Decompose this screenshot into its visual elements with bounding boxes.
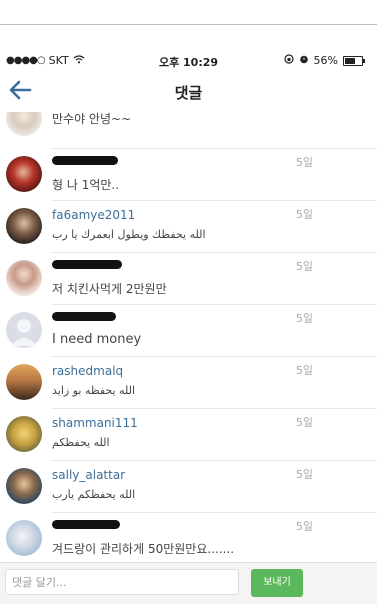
- alarm-icon: [299, 54, 309, 67]
- comment-text: 저 치킨사먹게 2만원만: [52, 282, 167, 296]
- battery-icon: [343, 55, 365, 66]
- battery-percent: 56%: [313, 54, 338, 67]
- comment-time: 5일: [295, 312, 313, 325]
- comment-username[interactable]: shammani111: [52, 416, 138, 430]
- comment-list[interactable]: 만수야 안녕~~ 5일 형 나 1억만.. fa6amye2011 5일 الل…: [0, 112, 377, 560]
- avatar[interactable]: [6, 156, 42, 192]
- comment-time: 5일: [295, 156, 313, 169]
- comment-time: 5일: [295, 416, 313, 429]
- avatar[interactable]: [6, 112, 42, 136]
- divider: [52, 356, 377, 357]
- avatar[interactable]: [6, 208, 42, 244]
- comment-username[interactable]: sally_alattar: [52, 468, 125, 482]
- comment-row[interactable]: 5일 저 치킨사먹게 2만원만: [0, 254, 377, 306]
- comment-text: الله يحفظكم يارب: [52, 488, 136, 501]
- status-right: 56%: [283, 54, 365, 67]
- divider: [52, 408, 377, 409]
- comment-text: 만수야 안녕~~: [52, 112, 132, 126]
- rotation-lock-icon: [283, 54, 294, 67]
- comment-username[interactable]: fa6amye2011: [52, 208, 135, 222]
- comment-time: 5일: [295, 520, 313, 533]
- comment-row[interactable]: shammani111 5일 الله يحفظكم: [0, 410, 377, 462]
- comment-text: الله يحفظه بو زايد: [52, 384, 136, 397]
- nav-bar: 댓글: [0, 76, 377, 108]
- comment-row[interactable]: rashedmalq 5일 الله يحفظه بو زايد: [0, 358, 377, 410]
- divider: [52, 460, 377, 461]
- comment-text: I need money: [52, 332, 142, 347]
- redacted-username: [52, 312, 116, 321]
- comment-row[interactable]: 5일 겨드랑이 관리하게 50만원만요.......: [0, 514, 377, 560]
- comment-text: الله يحفظك ويطول ابعمرك يا رب: [52, 228, 206, 241]
- divider: [52, 252, 377, 253]
- send-button[interactable]: 보내기: [251, 569, 303, 597]
- comment-row[interactable]: 5일 I need money: [0, 306, 377, 358]
- comment-row[interactable]: 만수야 안녕~~: [0, 112, 377, 150]
- avatar[interactable]: [6, 416, 42, 452]
- comment-text: 겨드랑이 관리하게 50만원만요.......: [52, 542, 235, 556]
- comment-time: 5일: [295, 468, 313, 481]
- top-edge-bar: [0, 0, 377, 25]
- comment-row[interactable]: 5일 형 나 1억만..: [0, 150, 377, 202]
- comment-row[interactable]: sally_alattar 5일 الله يحفظكم يارب: [0, 462, 377, 514]
- comment-text: الله يحفظكم: [52, 436, 110, 449]
- avatar[interactable]: [6, 260, 42, 296]
- avatar[interactable]: [6, 520, 42, 556]
- comment-row[interactable]: fa6amye2011 5일 الله يحفظك ويطول ابعمرك ي…: [0, 202, 377, 254]
- redacted-username: [52, 520, 120, 529]
- divider: [52, 148, 377, 149]
- divider: [52, 200, 377, 201]
- redacted-username: [52, 260, 122, 269]
- comment-input[interactable]: 댓글 달기...: [5, 569, 239, 595]
- comment-text: 형 나 1억만..: [52, 178, 120, 192]
- comment-time: 5일: [295, 208, 313, 221]
- redacted-username: [52, 156, 118, 165]
- comment-time: 5일: [295, 260, 313, 273]
- page-title: 댓글: [174, 84, 203, 102]
- avatar[interactable]: [6, 364, 42, 400]
- comment-time: 5일: [295, 364, 313, 377]
- comment-username[interactable]: rashedmalq: [52, 364, 123, 378]
- avatar[interactable]: [6, 468, 42, 504]
- divider: [52, 304, 377, 305]
- status-bar: ●●●●○ SKT 오후 10:29 56%: [0, 50, 377, 72]
- default-avatar-icon[interactable]: [6, 312, 42, 348]
- divider: [52, 512, 377, 513]
- comment-composer: 댓글 달기... 보내기: [0, 562, 377, 604]
